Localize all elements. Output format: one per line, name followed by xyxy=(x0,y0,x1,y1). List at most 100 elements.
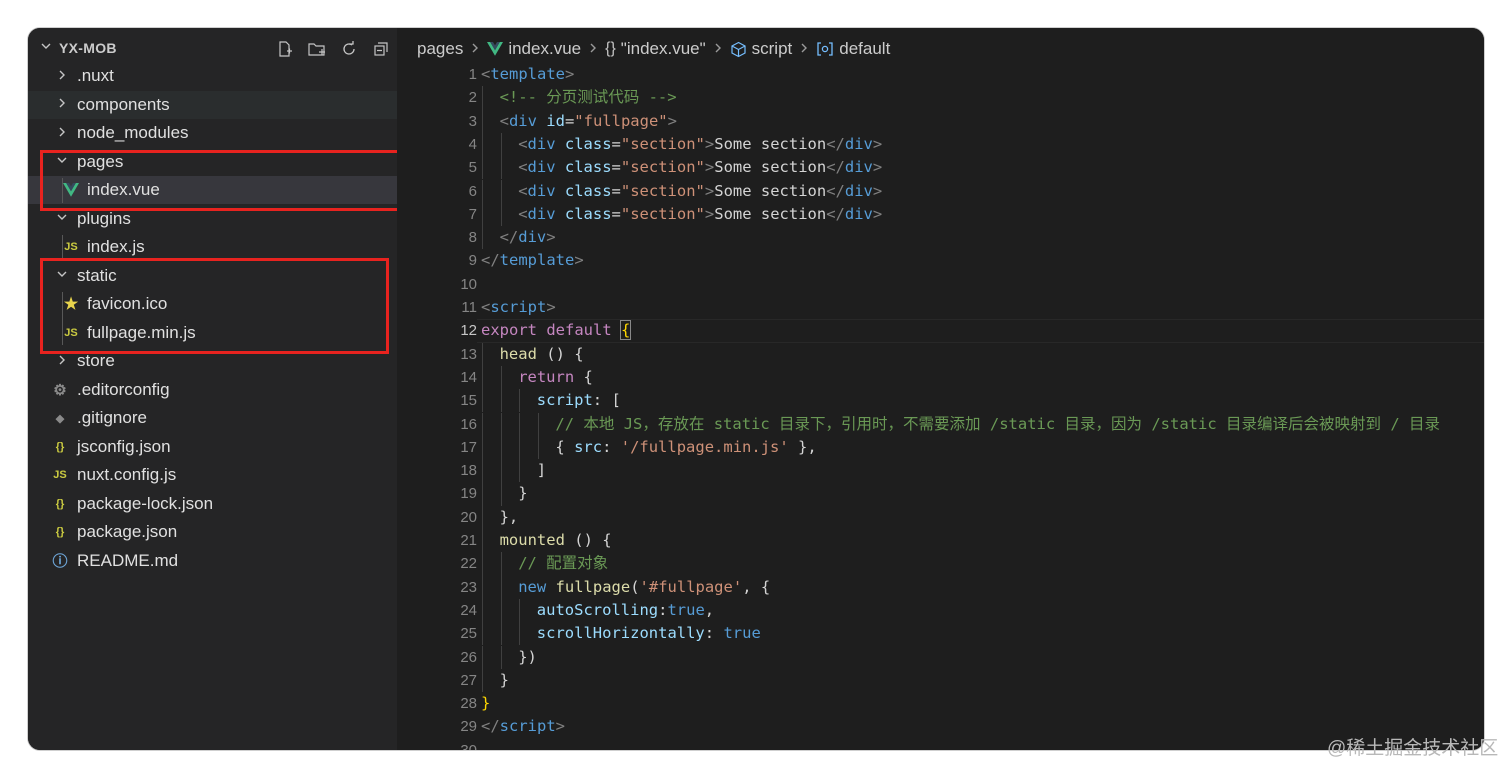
indent-guide xyxy=(482,552,483,576)
code-line: <!-- 分页测试代码 --> xyxy=(499,88,677,107)
tree-item-jsconfig-json[interactable]: {} jsconfig.json xyxy=(28,433,397,461)
indent-guide xyxy=(519,412,521,436)
highlight-box-static xyxy=(40,258,389,354)
breadcrumb-item[interactable]: pages xyxy=(417,39,463,59)
tree-item-gitignore[interactable]: ◆ .gitignore xyxy=(28,404,397,432)
code-line: <div class="section">Some section</div> xyxy=(518,181,883,200)
indent-guide xyxy=(482,202,483,227)
line-number: 11 xyxy=(461,299,477,316)
indent-guide xyxy=(500,202,502,227)
indent-guide xyxy=(500,482,502,506)
chevron-right-icon xyxy=(56,69,68,84)
tree-item-index-js[interactable]: JS index.js xyxy=(28,233,397,261)
indent-guide xyxy=(482,645,483,669)
indent-guide xyxy=(482,598,483,623)
js-icon: JS xyxy=(64,241,78,253)
tree-item-label: store xyxy=(77,351,115,370)
cube-icon xyxy=(730,41,747,58)
highlight-box-pages xyxy=(40,150,402,211)
tree-item-package-json[interactable]: {} package.json xyxy=(28,518,397,546)
js-icon: JS xyxy=(53,469,67,481)
tree-item-label: nuxt.config.js xyxy=(77,465,177,484)
tree-item-package-lock-json[interactable]: {} package-lock.json xyxy=(28,490,397,518)
line-number: 18 xyxy=(460,462,477,480)
collapse-all-icon[interactable] xyxy=(370,38,392,60)
tree-item-node-modules[interactable]: node_modules xyxy=(28,119,397,147)
indent-guide xyxy=(500,459,502,483)
indent-guide xyxy=(500,622,502,646)
code-line: // 配置对象 xyxy=(518,554,609,573)
line-number: 23 xyxy=(460,578,477,596)
code-line: <template> xyxy=(481,65,575,83)
line-number: 22 xyxy=(460,555,477,573)
indent-guide xyxy=(500,132,502,157)
indent-guide xyxy=(500,552,502,576)
line-number: 4 xyxy=(468,135,477,153)
indent-guide xyxy=(519,459,521,483)
indent-guide xyxy=(482,109,483,133)
code-line: }) xyxy=(518,647,537,666)
chevron-down-icon[interactable] xyxy=(40,40,52,55)
breadcrumb-label: index.vue xyxy=(508,39,582,58)
json-icon: {} xyxy=(55,526,65,538)
indent-guide xyxy=(482,86,483,110)
line-number: 27 xyxy=(460,671,477,689)
git-icon: ◆ xyxy=(55,412,65,425)
indent-guide xyxy=(500,156,502,180)
new-file-icon[interactable] xyxy=(274,38,296,60)
indent-guide xyxy=(519,389,521,413)
breadcrumb-item[interactable]: script xyxy=(730,39,792,59)
line-number: 2 xyxy=(468,89,477,107)
line-number: 3 xyxy=(468,112,477,130)
braces-icon: {} xyxy=(605,40,616,57)
indent-guide xyxy=(519,622,521,646)
breadcrumb-item[interactable]: default xyxy=(816,39,890,59)
code-line: } xyxy=(518,484,528,503)
tree-item-label: .editorconfig xyxy=(77,379,170,399)
line-number: 21 xyxy=(460,532,477,549)
line-number: 5 xyxy=(468,159,477,177)
chevron-right-icon xyxy=(470,41,480,57)
line-number: 16 xyxy=(460,415,477,433)
code-line: <div class="section">Some section</div> xyxy=(518,134,883,153)
line-number: 9 xyxy=(468,252,477,270)
line-number: 30 xyxy=(397,739,477,750)
code-line: export default { xyxy=(481,320,632,341)
indent-guide xyxy=(482,365,483,390)
tree-item-readme-md[interactable]: ⓘ README.md xyxy=(28,547,397,575)
code-editor[interactable]: 1 <template> 2 <!-- 分页测试代码 --> 3 <div id="ful… xyxy=(397,62,1484,750)
tree-item-components[interactable]: components xyxy=(28,90,397,119)
indent-guide xyxy=(500,598,502,623)
refresh-icon[interactable] xyxy=(338,38,360,60)
code-line: <div id="fullpage"> xyxy=(499,111,677,130)
code-line: return { xyxy=(518,367,593,386)
breadcrumb-item[interactable]: {} "index.vue" xyxy=(605,39,706,59)
indent-guide xyxy=(482,505,483,529)
editor-pane: pages index.vue {} "index.vue" script default… xyxy=(397,28,1484,750)
code-line: </script> xyxy=(481,717,566,736)
info-icon: ⓘ xyxy=(52,553,68,570)
tree-item-editorconfig[interactable]: ⚙ .editorconfig xyxy=(28,376,397,404)
new-folder-icon[interactable] xyxy=(306,38,328,60)
indent-guide xyxy=(482,529,483,553)
line-number: 15 xyxy=(460,392,477,410)
chevron-right-icon xyxy=(713,41,723,57)
indent-guide xyxy=(482,342,483,366)
vue-icon xyxy=(487,42,504,56)
code-line: // 本地 JS，存放在 static 目录下，引用时，不需要添加 /stati… xyxy=(555,414,1441,433)
line-number: 28 xyxy=(460,695,477,713)
breadcrumb-item[interactable]: index.vue xyxy=(487,39,581,59)
indent-guide xyxy=(482,226,483,250)
line-number: 17 xyxy=(460,438,477,456)
tree-item-nuxt-config-js[interactable]: JS nuxt.config.js xyxy=(28,461,397,489)
tree-item-nuxt[interactable]: .nuxt xyxy=(28,62,397,90)
explorer-header[interactable]: YX-MOB xyxy=(28,36,397,62)
line-number: 1 xyxy=(468,66,477,83)
tree-item-label: node_modules xyxy=(77,123,189,142)
tree-item-label: plugins xyxy=(77,208,131,228)
code-line: mounted () { xyxy=(499,531,612,549)
line-number: 7 xyxy=(468,205,477,223)
line-number: 24 xyxy=(460,601,477,619)
line-number: 29 xyxy=(460,718,477,736)
line-number: 26 xyxy=(460,648,477,666)
